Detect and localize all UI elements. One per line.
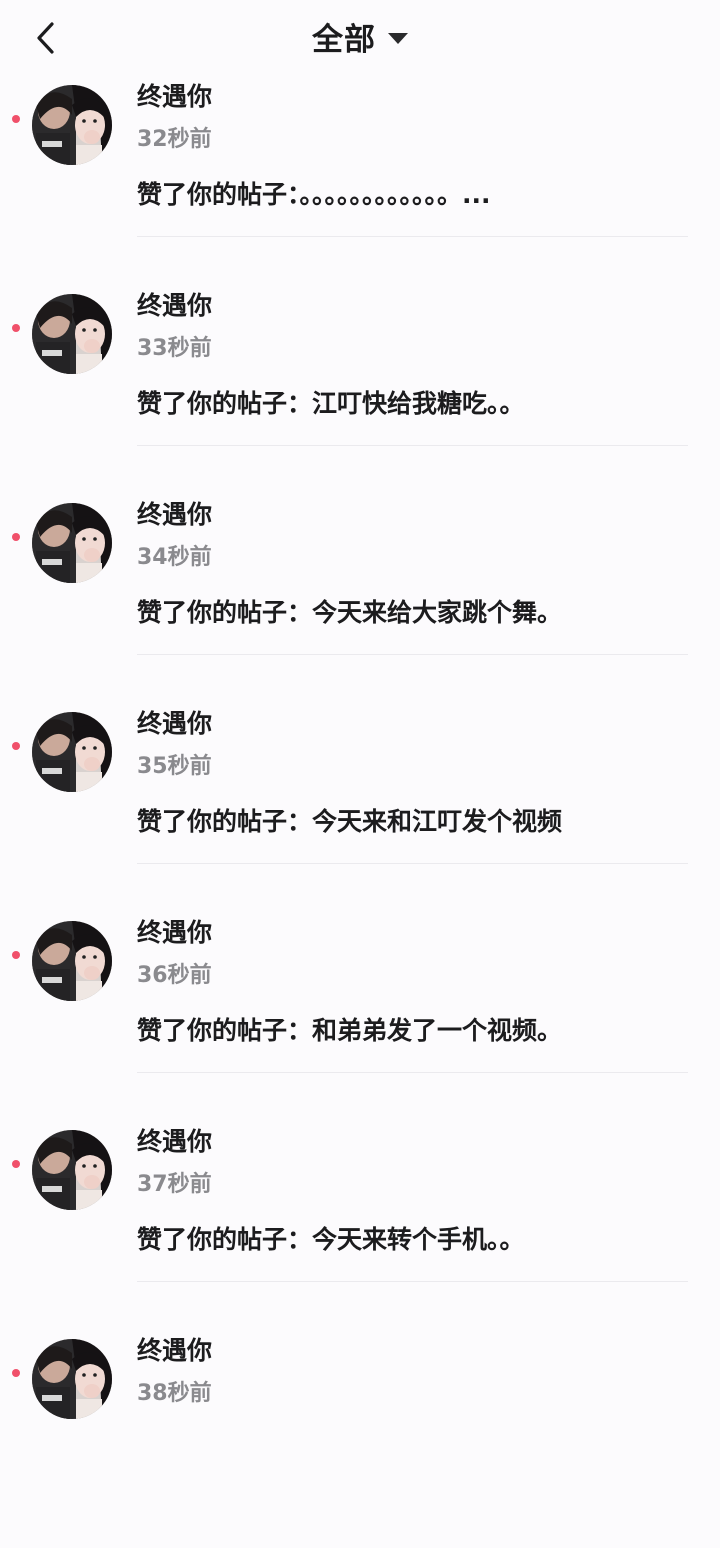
- divider: [137, 445, 688, 446]
- timestamp: 32秒前: [137, 127, 212, 152]
- avatar[interactable]: [32, 921, 112, 1001]
- user-name[interactable]: 终遇你: [137, 495, 212, 531]
- timestamp: 33秒前: [137, 336, 212, 361]
- notification-item[interactable]: 终遇你 36秒前 赞了你的帖子：和弟弟发了一个视频。: [0, 918, 720, 1130]
- action-text: 赞了你的帖子：和弟弟发了一个视频。: [137, 1016, 563, 1045]
- divider: [137, 863, 688, 864]
- user-name[interactable]: 终遇你: [137, 704, 212, 740]
- caret-down-icon: [388, 33, 408, 44]
- action-text: 赞了你的帖子：今天来和江叮发个视频: [137, 807, 563, 836]
- divider: [137, 236, 688, 237]
- divider: [137, 654, 688, 655]
- notification-item[interactable]: 终遇你 32秒前 赞了你的帖子：。。。。。。。。。。。。...: [0, 82, 720, 294]
- notification-item[interactable]: 终遇你 34秒前 赞了你的帖子：今天来给大家跳个舞。: [0, 500, 720, 712]
- notification-item[interactable]: 终遇你 33秒前 赞了你的帖子：江叮快给我糖吃。。: [0, 291, 720, 503]
- avatar[interactable]: [32, 85, 112, 165]
- page-title: 全部: [312, 22, 376, 58]
- timestamp: 34秒前: [137, 545, 212, 570]
- top-nav-bar: 全部: [0, 0, 720, 76]
- avatar[interactable]: [32, 294, 112, 374]
- unread-dot: [12, 533, 20, 541]
- divider: [137, 1281, 688, 1282]
- user-name[interactable]: 终遇你: [137, 77, 212, 113]
- user-name[interactable]: 终遇你: [137, 1122, 212, 1158]
- avatar[interactable]: [32, 503, 112, 583]
- timestamp: 37秒前: [137, 1172, 212, 1197]
- user-name[interactable]: 终遇你: [137, 1331, 212, 1367]
- avatar[interactable]: [32, 1339, 112, 1419]
- action-text: 赞了你的帖子：。。。。。。。。。。。。...: [137, 180, 491, 209]
- unread-dot: [12, 951, 20, 959]
- unread-dot: [12, 1160, 20, 1168]
- user-name[interactable]: 终遇你: [137, 913, 212, 949]
- user-name[interactable]: 终遇你: [137, 286, 212, 322]
- action-text: 赞了你的帖子：今天来转个手机。。: [137, 1225, 525, 1254]
- avatar[interactable]: [32, 712, 112, 792]
- timestamp: 35秒前: [137, 754, 212, 779]
- timestamp: 36秒前: [137, 963, 212, 988]
- avatar[interactable]: [32, 1130, 112, 1210]
- notification-item[interactable]: 终遇你 38秒前: [0, 1336, 720, 1548]
- unread-dot: [12, 324, 20, 332]
- action-text: 赞了你的帖子：今天来给大家跳个舞。: [137, 598, 563, 627]
- action-text: 赞了你的帖子：江叮快给我糖吃。。: [137, 389, 525, 418]
- timestamp: 38秒前: [137, 1381, 212, 1406]
- filter-dropdown[interactable]: 全部: [0, 14, 720, 59]
- unread-dot: [12, 742, 20, 750]
- notification-item[interactable]: 终遇你 35秒前 赞了你的帖子：今天来和江叮发个视频: [0, 709, 720, 921]
- divider: [137, 1072, 688, 1073]
- notification-item[interactable]: 终遇你 37秒前 赞了你的帖子：今天来转个手机。。: [0, 1127, 720, 1339]
- unread-dot: [12, 1369, 20, 1377]
- unread-dot: [12, 115, 20, 123]
